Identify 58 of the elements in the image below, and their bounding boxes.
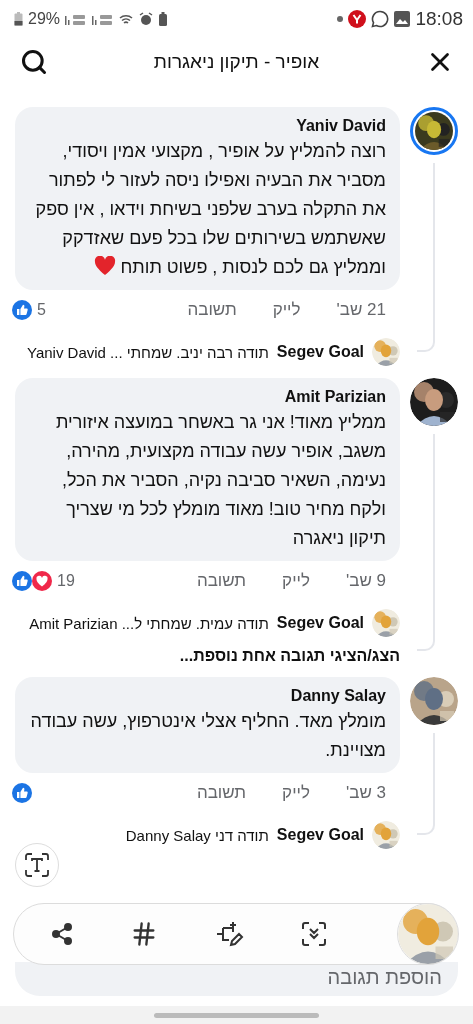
text-scan-icon — [24, 852, 50, 878]
clock-time: 18:08 — [415, 8, 463, 30]
reply-link[interactable]: תשובה — [196, 571, 247, 591]
comment-text: ממליץ מאוד! אני גר באשחר במועצה איזורית משגב, אופיר עשה עבודה מקצועית, מהירה, נעימה, השאיר סביבה נקיה, הסביר את הכל, ולקח מחיר טוב! מאוד מומלץ לכל מי שצריך תיקון ניאגרה — [54, 411, 386, 550]
wifi-icon — [119, 12, 135, 26]
reply-author[interactable]: Segev Goal — [276, 826, 364, 844]
crop-edit-button[interactable] — [214, 919, 244, 949]
comment-author[interactable]: Amit Parizian — [29, 386, 386, 408]
search-icon — [20, 47, 48, 76]
comment-date: 21 שב' — [336, 300, 386, 320]
home-handle[interactable] — [154, 1012, 319, 1018]
page-title: אופיר - תיקון ניאגרות — [153, 50, 320, 73]
like-icon — [12, 571, 32, 591]
search-button[interactable] — [20, 47, 48, 76]
signal-icon — [92, 12, 115, 26]
comment-author[interactable]: Yaniv David — [29, 115, 386, 137]
reply-author[interactable]: Segev Goal — [276, 343, 364, 361]
avatar[interactable] — [410, 677, 458, 725]
reply-link[interactable]: תשובה — [187, 300, 237, 320]
battery-saver-icon — [158, 12, 169, 26]
heart-icon — [94, 256, 117, 276]
share-button[interactable] — [50, 922, 74, 946]
like-link[interactable]: לייק — [282, 571, 310, 591]
notification-badge-icon — [348, 10, 367, 28]
reply-avatar[interactable] — [372, 821, 400, 849]
more-replies-link[interactable]: הצג/הציגי תגובה אחת נוספת... — [179, 647, 400, 665]
alarm-icon — [139, 12, 154, 26]
like-icon — [12, 783, 32, 803]
like-link[interactable]: לייק — [272, 300, 301, 320]
reply-link[interactable]: תשובה — [196, 783, 247, 803]
like-link[interactable]: לייק — [282, 783, 310, 803]
comment-author[interactable]: Danny Salay — [29, 685, 386, 707]
signal-icon — [65, 12, 88, 26]
chat-bubble-icon — [371, 10, 390, 28]
comment-date: 9 שב' — [346, 571, 386, 591]
reply-text: תודה רבה יניב. שמחתי ... Yaniv David — [27, 343, 269, 361]
reaction-count: 5 — [37, 301, 46, 319]
love-icon — [32, 571, 52, 591]
comment-date: 3 שב' — [346, 783, 386, 803]
battery-percent: 29% — [28, 10, 61, 28]
like-icon — [12, 300, 32, 320]
reaction-count: 19 — [57, 572, 75, 590]
scroll-capture-button[interactable] — [300, 920, 328, 948]
avatar[interactable] — [410, 378, 458, 426]
comment-text: מומלץ מאד. החליף אצלי אינטרפוץ, עשה עבודה מצויינת. — [29, 710, 386, 762]
reply-avatar[interactable] — [372, 609, 400, 637]
dot-icon — [337, 16, 344, 22]
comment-text: רוצה להמליץ על אופיר , מקצועי אמין ויסודי, מסביר את הבעיה ואפילו ניסה לעזור לי לפתור את התקלה בערב שלפני בשיחת וידאו , אין ספק שאשתמש בשירותים שלו בכל פעם שאזדקק וממליץ גם לכם לנסות , פשוט תותח — [34, 140, 386, 279]
image-icon — [394, 11, 411, 27]
screenshot-thumbnail[interactable] — [397, 903, 459, 965]
reply-avatar[interactable] — [372, 338, 400, 366]
reply-text: תודה דני Danny Salay — [125, 826, 269, 844]
reply-text: תודה עמית. שמחתי ל... Amit Parizian — [29, 614, 269, 632]
extract-text-button[interactable] — [15, 843, 59, 887]
avatar[interactable] — [410, 107, 458, 155]
comment-field[interactable]: הוספת תגובה — [15, 962, 458, 996]
reply-author[interactable]: Segev Goal — [276, 614, 364, 632]
battery-icon — [14, 12, 23, 26]
